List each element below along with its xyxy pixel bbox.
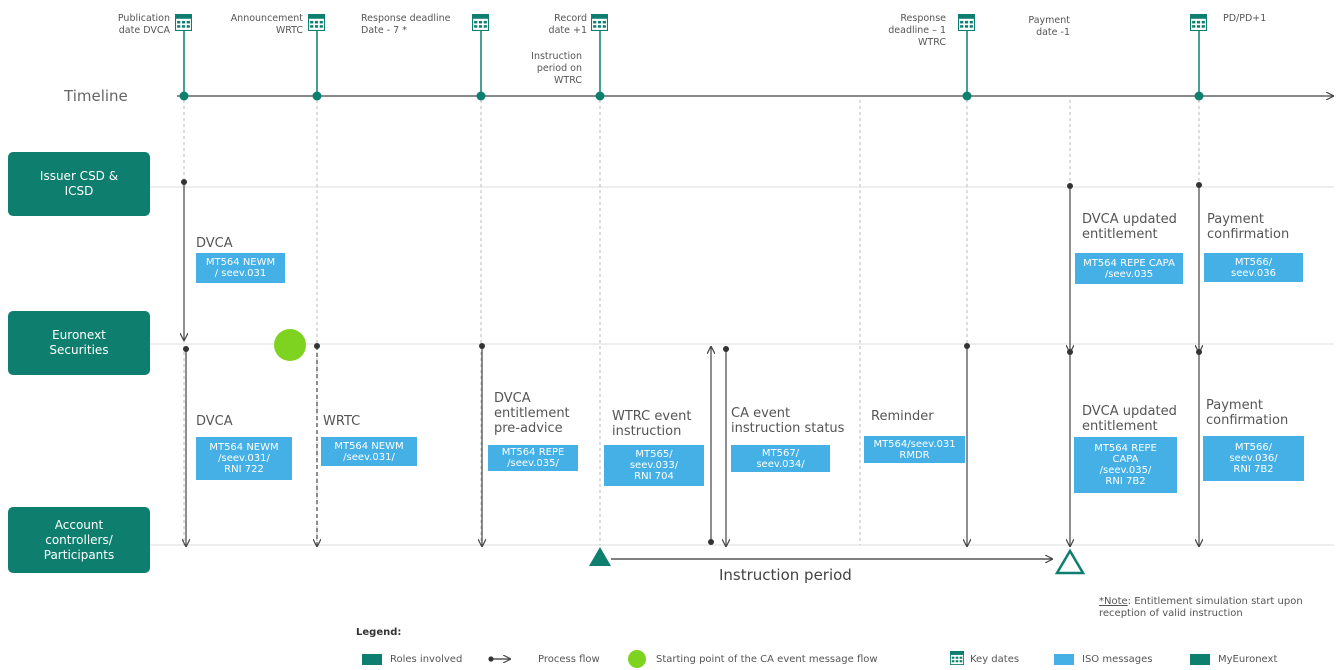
footnote: *Note: Entitlement simulation start upon…: [1099, 596, 1339, 620]
start-point-icon: [628, 650, 646, 668]
key-date-publication: Publication date DVCA: [117, 13, 170, 36]
iso-wrtc-lower: MT564 NEWM /seev.031/: [321, 437, 417, 466]
upper-flows: [184, 182, 1199, 352]
role-participants: Account controllers/ Participants: [8, 507, 150, 573]
calendar-icon: [472, 14, 489, 31]
legend-calendar-icon: [950, 651, 964, 665]
footnote-prefix: *Note: [1099, 596, 1128, 607]
iso-dvca-lower: MT564 NEWM /seev.031/ RNI 722: [196, 437, 292, 480]
iso-reminder: MT564/seev.031 RMDR: [864, 436, 965, 463]
legend-iso-label: ISO messages: [1082, 653, 1153, 665]
legend-key-dates: Key dates: [970, 652, 1019, 666]
flow-diagram: [150, 14, 1334, 665]
msg-title-payment-upper: Payment confirmation: [1207, 212, 1290, 242]
msg-title-dvca-updated-lower: DVCA updated entitlement: [1082, 404, 1177, 434]
footnote-text: : Entitlement simulation start upon rece…: [1099, 596, 1303, 619]
instruction-period-label: Instruction period: [719, 566, 852, 584]
iso-dvca-updated-lower: MT564 REPE CAPA /seev.035/ RNI 7B2: [1074, 437, 1177, 493]
legend-process-label: Process flow: [538, 653, 600, 665]
key-date-announcement: Announcement WRTC: [230, 13, 303, 36]
key-date-response-deadline-wtrc: Response deadline – 1 WTRC: [888, 13, 946, 48]
msg-title-dvca-lower: DVCA: [196, 414, 233, 429]
role-issuer: Issuer CSD & ICSD: [8, 152, 150, 216]
msg-title-wtrc-event: WTRC event instruction: [612, 409, 692, 439]
legend-title: Legend:: [356, 627, 402, 638]
calendar-icon: [1190, 14, 1207, 31]
iso-dvca-upper: MT564 NEWM / seev.031: [196, 253, 285, 283]
msg-title-dvca-updated-upper: DVCA updated entitlement: [1082, 212, 1177, 242]
role-euronext: Euronext Securities: [8, 311, 150, 375]
msg-title-reminder: Reminder: [871, 409, 934, 424]
legend-roles-label: Roles involved: [390, 653, 463, 665]
msg-title-dvca-upper: DVCA: [196, 236, 233, 251]
key-date-payment: Payment date -1: [1028, 15, 1070, 38]
legend-myeuronext-label: MyEuronext: [1218, 653, 1278, 665]
roles-swatch: [362, 653, 382, 665]
msg-title-ca-status: CA event instruction status: [731, 406, 845, 436]
msg-title-wrtc-lower: WRTC: [323, 414, 361, 429]
start-point-circle: [274, 329, 306, 361]
legend-process-arrow: [488, 656, 510, 661]
msg-title-dvca-pre-advice: DVCA entitlement pre-advice: [494, 391, 570, 436]
legend-process: Process flow: [538, 652, 600, 666]
iso-swatch: [1054, 653, 1074, 665]
key-date-instruction-period: Instruction period on WTRC: [531, 51, 582, 86]
calendar-icon: [175, 14, 192, 31]
calendar-icon: [308, 14, 325, 31]
msg-title-payment-lower: Payment confirmation: [1206, 398, 1289, 428]
iso-dvca-updated-upper: MT564 REPE CAPA /seev.035: [1075, 253, 1183, 284]
instruction-end-triangle: [1054, 548, 1086, 575]
legend-myeuronext: MyEuronext: [1190, 652, 1277, 666]
calendar-icon: [958, 14, 975, 31]
legend-start: Starting point of the CA event message f…: [628, 648, 878, 670]
myeuronext-swatch: [1190, 653, 1210, 665]
iso-payment-upper: MT566/ seev.036: [1204, 253, 1303, 282]
calendar-icon: [591, 14, 608, 31]
iso-ca-status: MT567/ seev.034/: [731, 445, 830, 472]
iso-wtrc-event: MT565/ seev.033/ RNI 704: [604, 445, 704, 486]
legend-iso: ISO messages: [1054, 652, 1153, 666]
key-date-response-deadline: Response deadline Date - 7 *: [361, 13, 451, 36]
key-date-markers: [183, 30, 1200, 96]
iso-dvca-pre-advice: MT564 REPE /seev.035/: [488, 445, 578, 471]
timeline-label: Timeline: [64, 87, 128, 105]
key-date-record: Record date +1: [548, 13, 587, 36]
legend-key-dates-label: Key dates: [970, 653, 1020, 665]
iso-payment-lower: MT566/ seev.036/ RNI 7B2: [1203, 436, 1304, 481]
instruction-start-triangle: [589, 547, 611, 566]
legend-roles: Roles involved: [362, 652, 462, 666]
key-date-pd: PD/PD+1: [1223, 13, 1267, 24]
legend-start-label: Starting point of the CA event message f…: [656, 653, 878, 665]
